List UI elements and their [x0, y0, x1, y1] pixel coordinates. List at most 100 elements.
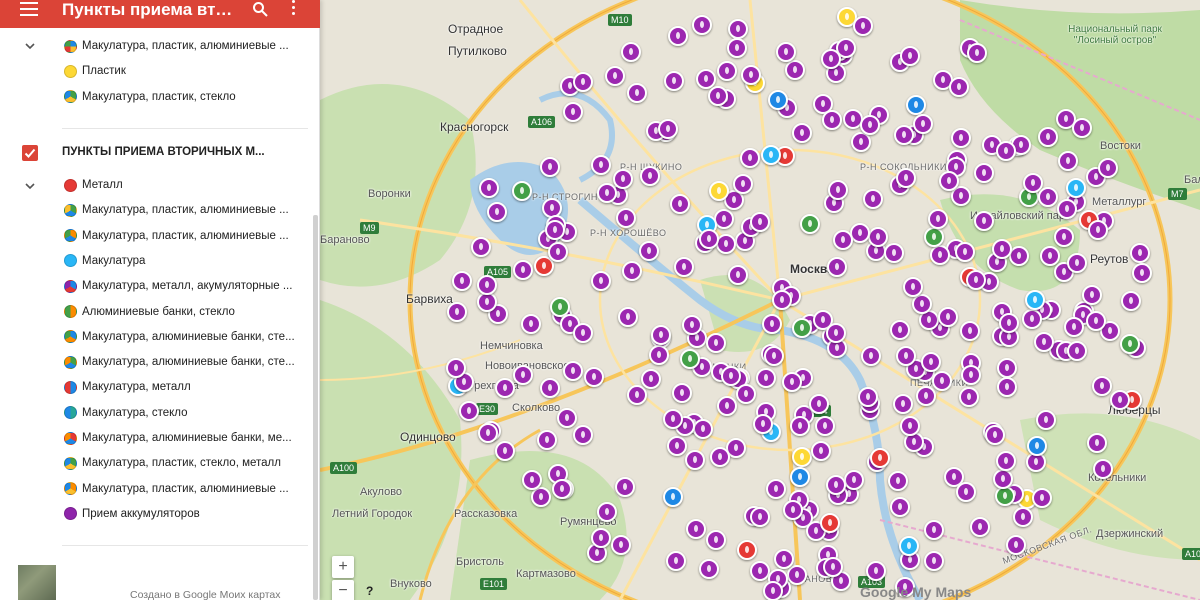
map-marker[interactable]: [1091, 375, 1112, 396]
map-marker[interactable]: [851, 132, 872, 153]
map-marker[interactable]: [887, 470, 908, 491]
map-marker[interactable]: [900, 415, 921, 436]
map-marker[interactable]: [822, 109, 843, 130]
map-marker[interactable]: [833, 230, 854, 251]
map-marker[interactable]: [890, 319, 911, 340]
map-marker[interactable]: [512, 260, 533, 281]
legend-item[interactable]: Металл: [64, 173, 297, 197]
map-marker[interactable]: [706, 529, 727, 550]
map-marker[interactable]: [478, 177, 499, 198]
legend-item[interactable]: Макулатура, стекло: [64, 401, 297, 425]
map-marker[interactable]: [1039, 245, 1060, 266]
map-marker[interactable]: [912, 114, 933, 135]
map-marker[interactable]: [852, 16, 873, 37]
map-marker[interactable]: [622, 260, 643, 281]
map-marker[interactable]: [591, 527, 612, 548]
map-marker[interactable]: [513, 365, 534, 386]
map-marker[interactable]: [937, 307, 958, 328]
map-marker[interactable]: [997, 358, 1018, 379]
map-marker[interactable]: [960, 365, 981, 386]
map-marker[interactable]: [648, 344, 669, 365]
map-marker[interactable]: [895, 345, 916, 366]
map-marker[interactable]: [800, 213, 821, 234]
map-marker[interactable]: [763, 580, 784, 600]
map-marker[interactable]: [494, 377, 515, 398]
legend-item[interactable]: Макулатура, металл, акумуляторные ...: [64, 274, 297, 298]
map-marker[interactable]: [692, 419, 713, 440]
map-marker[interactable]: [640, 368, 661, 389]
map-marker[interactable]: [1067, 252, 1088, 273]
map-marker[interactable]: [590, 154, 611, 175]
map-marker[interactable]: [760, 144, 781, 165]
map-marker[interactable]: [596, 501, 617, 522]
map-marker[interactable]: [728, 18, 749, 39]
help-icon[interactable]: ?: [366, 584, 373, 598]
map-marker[interactable]: [1036, 410, 1057, 431]
legend-item[interactable]: Макулатура, алюминиевые банки, сте...: [64, 325, 297, 349]
map-marker[interactable]: [705, 333, 726, 354]
map-marker[interactable]: [985, 424, 1006, 445]
map-marker[interactable]: [782, 371, 803, 392]
map-marker[interactable]: [905, 94, 926, 115]
map-marker[interactable]: [447, 302, 468, 323]
map-marker[interactable]: [967, 43, 988, 64]
map-marker[interactable]: [870, 448, 891, 469]
map-marker[interactable]: [995, 140, 1016, 161]
map-marker[interactable]: [1066, 340, 1087, 361]
map-marker[interactable]: [692, 14, 713, 35]
map-marker[interactable]: [808, 394, 829, 415]
map-marker[interactable]: [681, 314, 702, 335]
map-marker[interactable]: [1032, 488, 1053, 509]
map-marker[interactable]: [674, 256, 695, 277]
scrollbar[interactable]: [313, 215, 318, 600]
map-marker[interactable]: [663, 70, 684, 91]
map-marker[interactable]: [736, 540, 757, 561]
map-marker[interactable]: [974, 163, 995, 184]
map-marker[interactable]: [1057, 150, 1078, 171]
map-marker[interactable]: [470, 236, 491, 257]
map-marker[interactable]: [792, 447, 813, 468]
map-marker[interactable]: [733, 173, 754, 194]
legend-item[interactable]: Макулатура, пластик, алюминиевые ...: [64, 224, 297, 248]
map-marker[interactable]: [820, 512, 841, 533]
map-marker[interactable]: [787, 565, 808, 586]
map-marker[interactable]: [825, 323, 846, 344]
map-marker[interactable]: [716, 396, 737, 417]
map-marker[interactable]: [750, 212, 771, 233]
legend-item[interactable]: Макулатура, металл: [64, 375, 297, 399]
map-marker[interactable]: [740, 64, 761, 85]
legend-item[interactable]: Макулатура, алюминиевые банки, ме...: [64, 426, 297, 450]
map-marker[interactable]: [1026, 435, 1047, 456]
map-marker[interactable]: [893, 394, 914, 415]
legend-item[interactable]: Макулатура, алюминиевые банки, сте...: [64, 350, 297, 374]
map-marker[interactable]: [920, 351, 941, 372]
map-marker[interactable]: [573, 72, 594, 93]
map-marker[interactable]: [531, 487, 552, 508]
map-marker[interactable]: [536, 429, 557, 450]
map-marker[interactable]: [900, 46, 921, 67]
map-marker[interactable]: [1064, 316, 1085, 337]
map-marker[interactable]: [970, 516, 991, 537]
map-marker[interactable]: [755, 367, 776, 388]
map-marker[interactable]: [476, 274, 497, 295]
map-marker[interactable]: [785, 59, 806, 80]
map-marker[interactable]: [717, 61, 738, 82]
map-marker[interactable]: [614, 477, 635, 498]
map-marker[interactable]: [775, 41, 796, 62]
map-marker[interactable]: [665, 550, 686, 571]
map-marker[interactable]: [728, 264, 749, 285]
map-marker[interactable]: [954, 242, 975, 263]
map-marker[interactable]: [626, 82, 647, 103]
map-marker[interactable]: [792, 123, 813, 143]
map-marker[interactable]: [814, 415, 835, 436]
map-marker[interactable]: [446, 357, 467, 378]
map-marker[interactable]: [763, 346, 784, 367]
map-marker[interactable]: [638, 241, 659, 262]
more-options-icon[interactable]: [292, 0, 296, 16]
map-marker[interactable]: [765, 478, 786, 499]
map-marker[interactable]: [669, 193, 690, 214]
map-marker[interactable]: [1024, 289, 1045, 310]
map-marker[interactable]: [563, 102, 584, 123]
map-marker[interactable]: [709, 447, 730, 467]
map-marker[interactable]: [556, 408, 577, 429]
